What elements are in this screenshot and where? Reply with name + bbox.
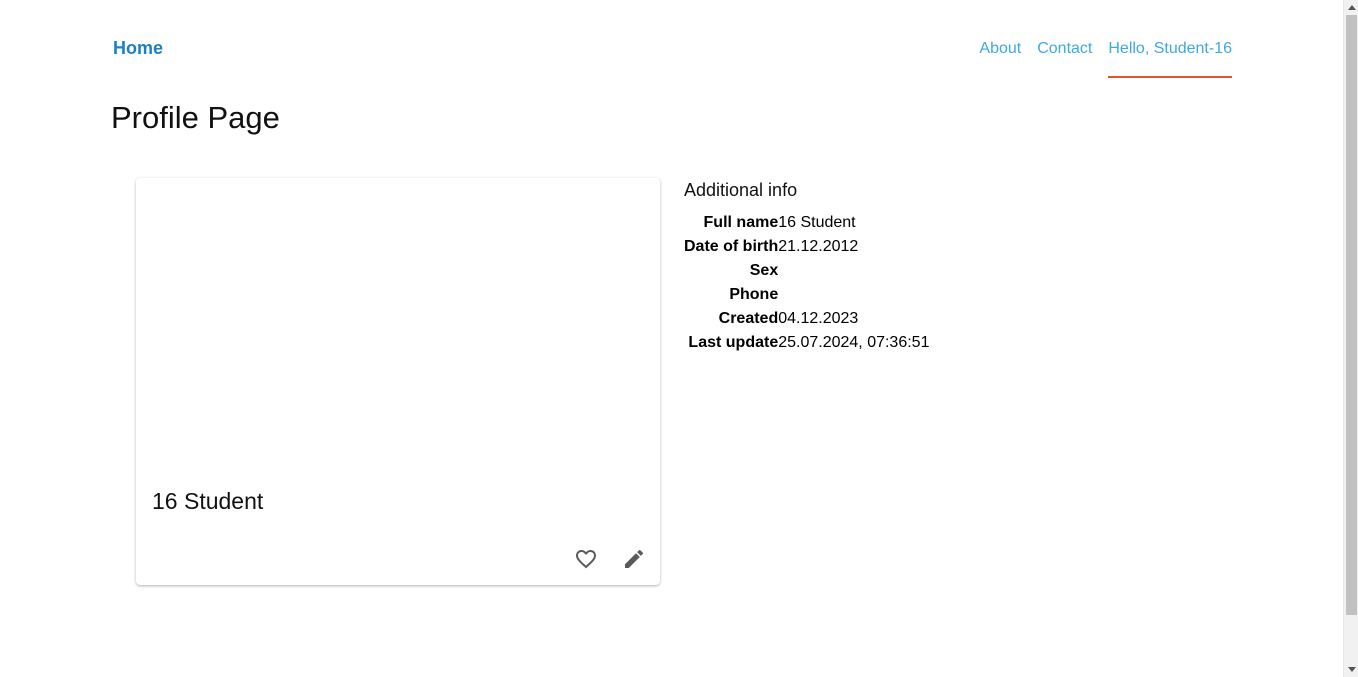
arrow-down-icon	[1347, 667, 1356, 672]
scroll-down-button[interactable]	[1344, 662, 1358, 677]
info-key: Last update	[688, 334, 779, 351]
heart-outline-icon	[576, 550, 596, 569]
info-value: 21.12.2012	[778, 238, 859, 255]
nav-user-greeting-link[interactable]: Hello, Student-16	[1108, 40, 1232, 78]
info-value	[778, 283, 929, 307]
info-row-sex: Sex	[684, 259, 929, 283]
info-key: Phone	[729, 286, 779, 303]
top-nav: About Contact Hello, Student-16	[979, 40, 1232, 78]
vertical-scrollbar[interactable]	[1343, 0, 1358, 677]
info-value	[778, 259, 929, 283]
profile-card-image	[136, 178, 660, 468]
info-key: Full name	[703, 214, 779, 231]
scroll-up-button[interactable]	[1344, 0, 1358, 15]
additional-info-table: Full name 16 Student Date of birth 21.12…	[684, 211, 929, 355]
edit-button[interactable]	[620, 545, 648, 573]
page-viewport: Home About Contact Hello, Student-16 Pro…	[0, 0, 1343, 677]
info-row-full-name: Full name 16 Student	[684, 211, 929, 235]
info-row-date-of-birth: Date of birth 21.12.2012	[684, 235, 929, 259]
arrow-up-icon	[1347, 5, 1356, 10]
profile-card-actions	[572, 545, 648, 573]
favorite-button[interactable]	[572, 545, 600, 573]
info-key: Sex	[749, 262, 779, 279]
profile-card: 16 Student	[136, 178, 660, 585]
nav-about-link[interactable]: About	[979, 40, 1021, 78]
scrollbar-thumb[interactable]	[1346, 15, 1357, 615]
info-value: 25.07.2024, 07:36:51	[778, 334, 930, 351]
nav-contact-link[interactable]: Contact	[1037, 40, 1092, 78]
info-key: Created	[718, 310, 779, 327]
profile-card-name: 16 Student	[152, 488, 264, 514]
info-row-created: Created 04.12.2023	[684, 307, 929, 331]
info-row-phone: Phone	[684, 283, 929, 307]
info-value: 04.12.2023	[778, 310, 859, 327]
nav-home-link[interactable]: Home	[113, 38, 163, 59]
page-title: Profile Page	[111, 100, 280, 135]
info-value: 16 Student	[778, 214, 856, 231]
info-key: Date of birth	[684, 238, 779, 255]
info-row-last-update: Last update 25.07.2024, 07:36:51	[684, 331, 929, 355]
additional-info-section: Additional info Full name 16 Student Dat…	[684, 178, 929, 355]
pencil-icon	[625, 549, 644, 568]
additional-info-title: Additional info	[684, 180, 798, 200]
